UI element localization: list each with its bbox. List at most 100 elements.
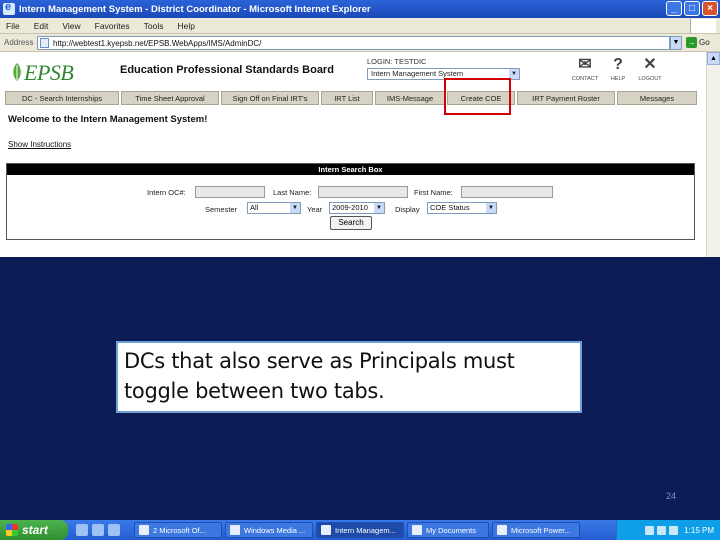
powerpoint-icon [497,525,507,535]
chevron-down-icon: ▼ [374,203,384,213]
close-button[interactable]: × [702,1,718,16]
board-title: Education Professional Standards Board [120,64,334,76]
quick-launch [76,524,131,536]
site-header: EPSB Education Professional Standards Bo… [5,54,702,90]
tab-dc-search-internships[interactable]: DC - Search Internships [5,91,119,105]
tab-time-sheet-approval[interactable]: Time Sheet Approval [121,91,219,105]
help-icon: ? [613,56,623,73]
year-select[interactable]: 2009-2010 ▼ [329,202,385,214]
task-label: Intern Managem... [335,525,396,535]
tray-network-icon[interactable] [669,525,679,535]
taskbar-item[interactable]: My Documents [407,522,489,538]
address-dropdown-icon[interactable]: ▼ [670,36,682,50]
minimize-button[interactable]: _ [666,1,682,16]
nav-tabs: DC - Search Internships Time Sheet Appro… [5,91,697,105]
address-label: Address [4,38,34,47]
display-select[interactable]: COE Status ▼ [427,202,497,214]
display-label: Display [395,205,420,214]
task-label: My Documents [426,525,477,535]
first-name-label: First Name: [414,188,453,197]
maximize-button[interactable]: □ [684,1,700,16]
system-tray: 1:15 PM [616,520,720,540]
task-label: Microsoft Power... [511,525,571,535]
menu-favorites[interactable]: Favorites [95,21,130,31]
semester-label: Semester [205,205,238,214]
taskbar-item[interactable]: Microsoft Power... [492,522,580,538]
go-label: Go [699,38,710,47]
contact-button[interactable]: ✉ CONTACT [570,56,600,86]
last-name-label: Last Name: [273,188,312,197]
slide-number: 24 [666,491,677,501]
task-label: Windows Media ... [244,525,306,535]
folder-icon [412,525,422,535]
taskbar-item-active[interactable]: Intern Managem... [316,522,404,538]
quick-launch-ie-icon[interactable] [76,524,88,536]
start-label: start [22,523,49,537]
logout-icon: ✕ [643,56,657,73]
search-box-title: Intern Search Box [7,164,694,175]
window-controls: _ □ × [666,1,718,16]
logo-text: EPSB [24,60,74,85]
taskbar-item[interactable]: Windows Media ... [225,522,313,538]
ie-icon [321,525,331,535]
help-button[interactable]: ? HELP [603,56,633,86]
show-instructions-link[interactable]: Show Instructions [8,140,71,149]
office-icon [139,525,149,535]
tab-messages[interactable]: Messages [617,91,697,105]
tab-ims-message[interactable]: IMS-Message [375,91,445,105]
clock: 1:15 PM [684,525,714,535]
menu-help[interactable]: Help [177,21,194,31]
callout-text: DCs that also serve as Principals must t… [124,349,515,403]
address-bar: Address http://webtest1.kyepsb.net/EPSB.… [0,34,720,52]
last-name-input[interactable] [318,186,408,198]
tab-sign-off-final-irts[interactable]: Sign Off on Final IRT's [221,91,319,105]
browser-content: EPSB Education Professional Standards Bo… [0,52,720,257]
semester-value: All [250,203,259,212]
logout-label: LOGOUT [638,76,662,82]
chevron-down-icon: ▼ [290,203,300,213]
display-value: COE Status [430,203,470,212]
menu-file[interactable]: File [6,21,20,31]
scroll-up-icon[interactable]: ▲ [707,52,720,65]
window-title: Intern Management System - District Coor… [19,3,371,15]
quick-launch-desktop-icon[interactable] [92,524,104,536]
tab-irt-payment-roster[interactable]: IRT Payment Roster [517,91,615,105]
year-value: 2009-2010 [332,203,368,212]
menu-edit[interactable]: Edit [34,21,49,31]
epsb-logo[interactable]: EPSB [8,58,100,86]
logout-button[interactable]: ✕ LOGOUT [635,56,665,86]
vertical-scrollbar[interactable]: ▲ [706,52,720,257]
quick-launch-more-icon[interactable] [108,524,120,536]
create-coe-highlight [444,78,511,115]
window-title-bar: Intern Management System - District Coor… [0,0,720,18]
first-name-input[interactable] [461,186,553,198]
taskbar: start 2 Microsoft Of... Windows Media ..… [0,520,720,540]
go-button[interactable]: → Go [686,37,710,48]
intern-ocn-input[interactable] [195,186,265,198]
task-label: 2 Microsoft Of... [153,525,206,535]
welcome-heading: Welcome to the Intern Management System! [8,114,208,125]
page-icon [40,38,49,48]
ie-icon [3,1,15,15]
semester-select[interactable]: All ▼ [247,202,301,214]
menu-view[interactable]: View [62,21,80,31]
address-url: http://webtest1.kyepsb.net/EPSB.WebApps/… [53,38,262,48]
windows-logo-icon [690,19,716,33]
tray-help-icon[interactable] [645,525,655,535]
help-label: HELP [610,76,626,82]
year-label: Year [307,205,323,214]
taskbar-item[interactable]: 2 Microsoft Of... [134,522,222,538]
go-arrow-icon: → [686,37,697,48]
leaf-logo-icon [13,63,21,81]
search-button[interactable]: Search [330,216,372,230]
menu-bar: File Edit View Favorites Tools Help [0,18,720,34]
tab-irt-list[interactable]: IRT List [321,91,373,105]
tray-volume-icon[interactable] [657,525,667,535]
start-button[interactable]: start [0,520,68,540]
callout-box: DCs that also serve as Principals must t… [116,341,582,413]
chevron-down-icon: ▼ [486,203,496,213]
contact-icon: ✉ [578,56,592,73]
tray-icons [645,525,679,535]
menu-tools[interactable]: Tools [144,21,164,31]
address-input[interactable]: http://webtest1.kyepsb.net/EPSB.WebApps/… [37,36,670,50]
